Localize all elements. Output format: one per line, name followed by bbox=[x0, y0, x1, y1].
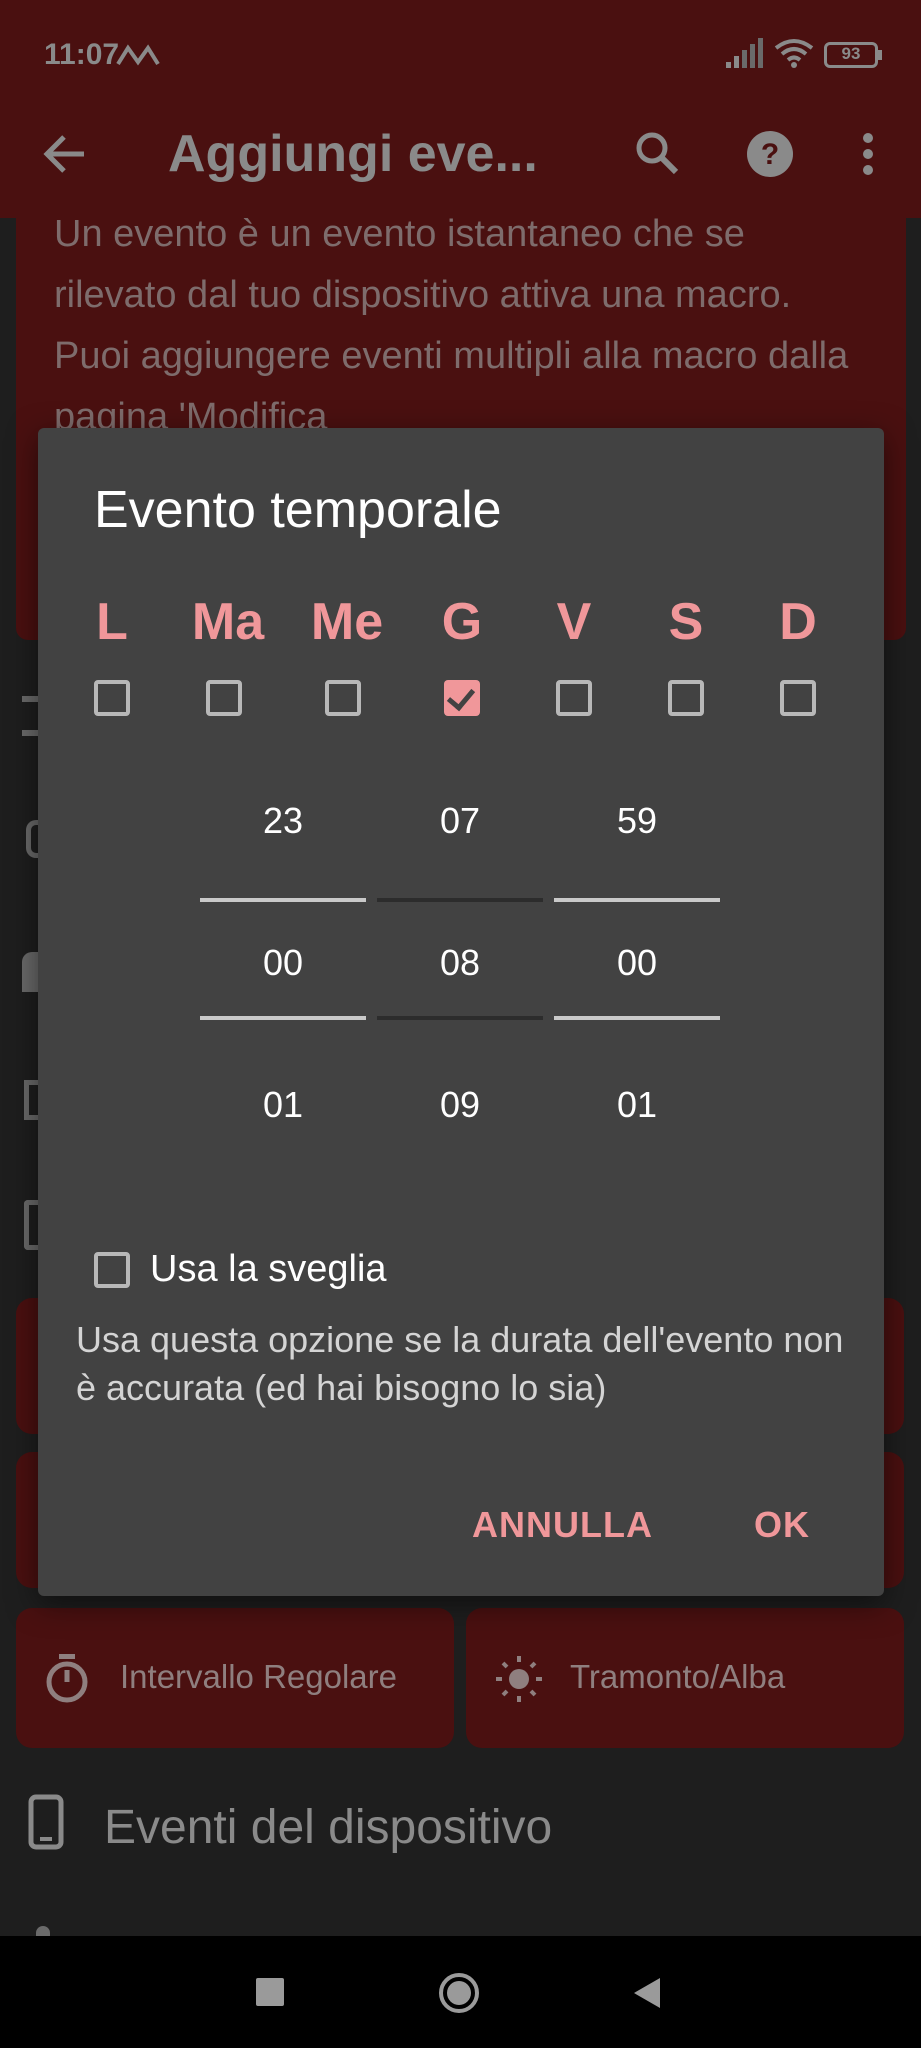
back-arrow-icon[interactable] bbox=[42, 134, 88, 174]
minute-divider-top bbox=[377, 898, 543, 902]
day-checkbox-friday[interactable] bbox=[556, 680, 592, 716]
day-label-tuesday: Ma bbox=[191, 593, 265, 651]
home-icon[interactable] bbox=[438, 1972, 480, 2014]
second-next[interactable]: 01 bbox=[554, 1084, 720, 1126]
sun-icon bbox=[496, 1656, 542, 1702]
more-vert-icon[interactable] bbox=[862, 132, 874, 176]
day-label-thursday: G bbox=[441, 593, 483, 651]
regular-interval-button[interactable]: Intervallo Regolare bbox=[16, 1608, 454, 1748]
signal-icon bbox=[726, 38, 763, 68]
battery-level: 93 bbox=[841, 44, 861, 63]
use-alarm-label[interactable]: Usa la sveglia bbox=[150, 1248, 387, 1291]
day-label-monday: L bbox=[96, 593, 128, 651]
cancel-button[interactable]: ANNULLA bbox=[472, 1504, 653, 1546]
hour-prev[interactable]: 23 bbox=[200, 800, 366, 842]
second-current[interactable]: 00 bbox=[554, 942, 720, 984]
svg-text:?: ? bbox=[761, 138, 779, 171]
page-title: Aggiungi eve... bbox=[168, 125, 538, 183]
hour-next[interactable]: 01 bbox=[200, 1084, 366, 1126]
status-time: 11:07 bbox=[44, 38, 120, 71]
day-checkbox-saturday[interactable] bbox=[668, 680, 704, 716]
search-icon[interactable] bbox=[634, 130, 680, 176]
day-label-saturday: S bbox=[668, 593, 704, 651]
back-nav-icon[interactable] bbox=[632, 1976, 662, 2010]
minute-current[interactable]: 08 bbox=[377, 942, 543, 984]
minute-prev[interactable]: 07 bbox=[377, 800, 543, 842]
dialog-title: Evento temporale bbox=[94, 481, 502, 539]
hour-current[interactable]: 00 bbox=[200, 942, 366, 984]
day-label-sunday: D bbox=[779, 593, 817, 651]
second-divider-top bbox=[554, 898, 720, 902]
day-checkbox-thursday[interactable] bbox=[444, 680, 480, 716]
battery-icon: 93 bbox=[824, 42, 878, 68]
hour-picker[interactable]: 23 00 01 bbox=[200, 790, 366, 1160]
partial-icon bbox=[36, 1926, 50, 1936]
sunset-sunrise-button[interactable]: Tramonto/Alba bbox=[466, 1608, 904, 1748]
ok-button[interactable]: OK bbox=[754, 1504, 810, 1546]
recents-icon[interactable] bbox=[256, 1978, 284, 2006]
use-alarm-checkbox[interactable] bbox=[94, 1252, 130, 1288]
wifi-icon bbox=[774, 39, 814, 68]
notification-icon bbox=[116, 44, 160, 66]
timer-icon bbox=[46, 1654, 88, 1703]
second-prev[interactable]: 59 bbox=[554, 800, 720, 842]
day-label-friday: V bbox=[556, 593, 592, 651]
regular-interval-label: Intervallo Regolare bbox=[120, 1658, 397, 1695]
phone-icon bbox=[28, 1794, 64, 1850]
battery-tip bbox=[878, 50, 882, 60]
day-checkbox-tuesday[interactable] bbox=[206, 680, 242, 716]
second-divider-bottom bbox=[554, 1016, 720, 1020]
hour-divider-top bbox=[200, 898, 366, 902]
minute-divider-bottom bbox=[377, 1016, 543, 1020]
info-text: Un evento è un evento istantaneo che se … bbox=[54, 213, 849, 438]
day-checkbox-monday[interactable] bbox=[94, 680, 130, 716]
second-picker[interactable]: 59 00 01 bbox=[554, 790, 720, 1160]
help-icon[interactable]: ? bbox=[746, 130, 794, 178]
minute-next[interactable]: 09 bbox=[377, 1084, 543, 1126]
day-checkbox-sunday[interactable] bbox=[780, 680, 816, 716]
list-icon bbox=[22, 696, 38, 736]
device-events-section-label: Eventi del dispositivo bbox=[104, 1801, 553, 1854]
minute-picker[interactable]: 07 08 09 bbox=[377, 790, 543, 1160]
alarm-description: Usa questa opzione se la durata dell'eve… bbox=[76, 1319, 844, 1408]
sunset-sunrise-label: Tramonto/Alba bbox=[570, 1658, 786, 1695]
hour-divider-bottom bbox=[200, 1016, 366, 1020]
day-label-wednesday: Me bbox=[310, 593, 384, 651]
day-checkbox-wednesday[interactable] bbox=[325, 680, 361, 716]
